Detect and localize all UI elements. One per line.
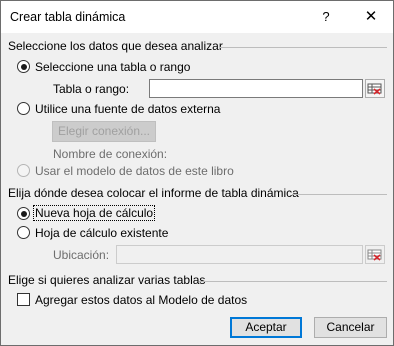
add-to-data-model-checkbox[interactable] <box>17 293 30 306</box>
add-to-data-model-label[interactable]: Agregar estos datos al Modelo de datos <box>35 293 247 307</box>
close-button[interactable]: ✕ <box>356 5 386 29</box>
radio-existing-worksheet[interactable] <box>17 226 30 239</box>
radio-label-select-table-range[interactable]: Seleccione una tabla o rango <box>35 60 190 74</box>
section-title-multiple-tables: Elige si quieres analizar varias tablas <box>8 273 206 287</box>
title-bar: Crear tabla dinámica ? ✕ <box>1 1 393 33</box>
section-divider <box>199 281 387 282</box>
table-range-selector-button[interactable] <box>365 79 385 98</box>
radio-select-table-range[interactable] <box>17 60 30 73</box>
section-title-destination: Elija dónde desea colocar el informe de … <box>8 186 299 200</box>
range-selector-icon <box>367 83 382 95</box>
section-divider <box>219 47 387 48</box>
connection-name-label: Nombre de conexión: <box>53 147 168 161</box>
radio-external-source[interactable] <box>17 102 30 115</box>
radio-label-external-source[interactable]: Utilice una fuente de datos externa <box>35 102 220 116</box>
accept-button[interactable]: Aceptar <box>230 317 302 338</box>
dialog-title: Crear tabla dinámica <box>10 10 126 24</box>
cancel-button[interactable]: Cancelar <box>314 317 387 338</box>
section-title-data-source: Seleccione los datos que desea analizar <box>8 39 223 53</box>
location-selector-button[interactable] <box>365 245 385 264</box>
location-label: Ubicación: <box>53 248 110 262</box>
radio-use-data-model[interactable] <box>17 164 30 177</box>
choose-connection-button[interactable]: Elegir conexión... <box>52 121 156 142</box>
help-button[interactable]: ? <box>311 5 341 29</box>
table-range-label: Tabla o rango: <box>53 82 130 96</box>
section-divider <box>293 194 387 195</box>
create-pivot-table-dialog: Crear tabla dinámica ? ✕ Seleccione los … <box>0 0 394 346</box>
table-range-input[interactable] <box>149 79 363 98</box>
range-selector-icon <box>367 249 382 261</box>
radio-label-existing-worksheet[interactable]: Hoja de cálculo existente <box>35 226 168 240</box>
radio-label-new-worksheet[interactable]: Nueva hoja de cálculo <box>32 205 156 221</box>
location-input[interactable] <box>116 245 363 264</box>
radio-new-worksheet[interactable] <box>17 207 30 220</box>
radio-label-use-data-model[interactable]: Usar el modelo de datos de este libro <box>35 164 234 178</box>
